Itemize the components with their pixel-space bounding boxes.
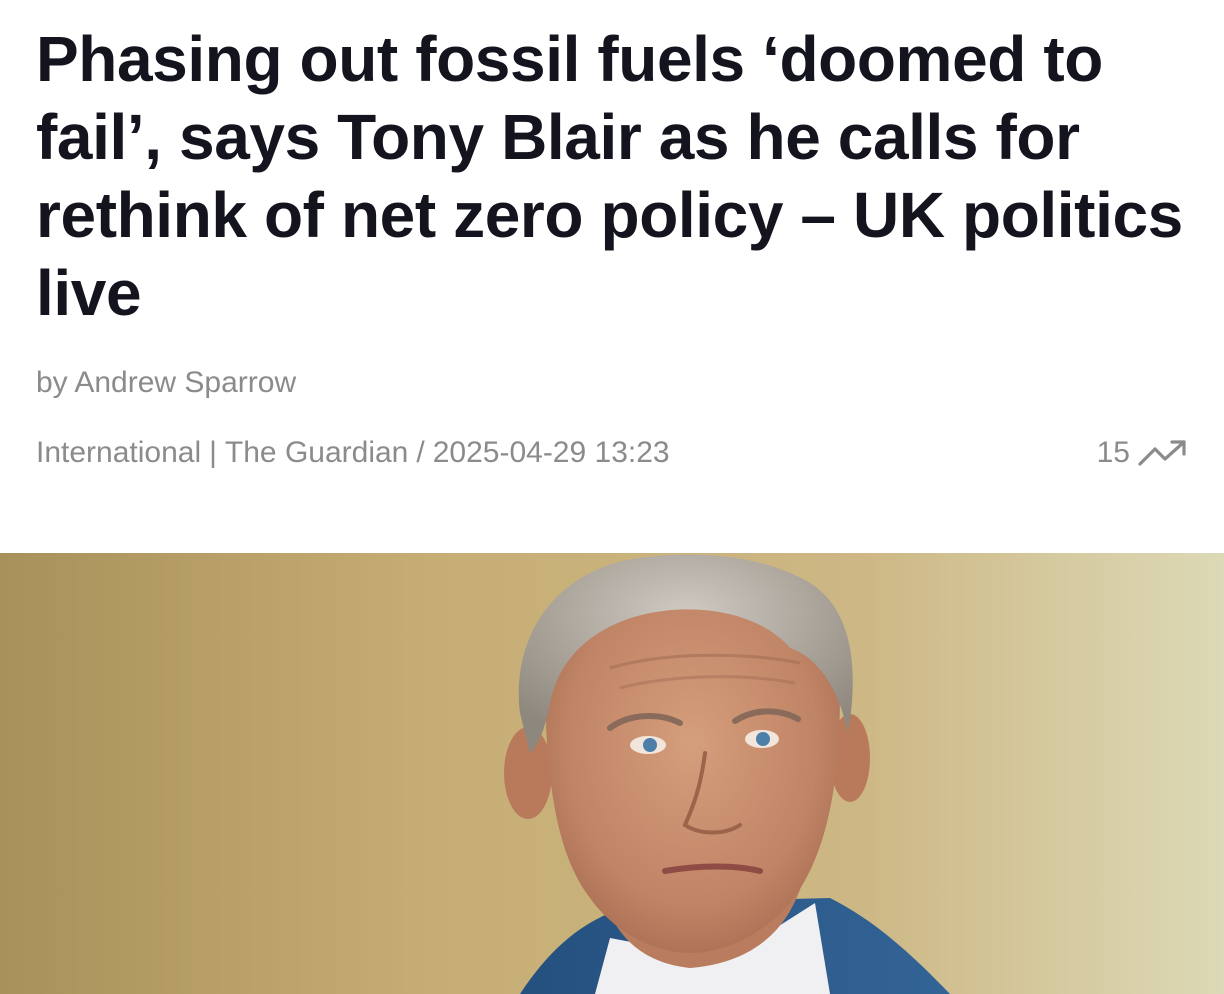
article-headline[interactable]: Phasing out fossil fuels ‘doomed to fail… [36, 20, 1196, 332]
article-source-info: International | The Guardian / 2025-04-2… [36, 436, 670, 470]
hero-image[interactable] [0, 553, 1224, 994]
portrait-photo [0, 553, 1224, 994]
trending-indicator[interactable]: 15 [1097, 436, 1188, 470]
meta-separator: | [209, 436, 217, 469]
article-byline[interactable]: by Andrew Sparrow [36, 363, 296, 403]
article-section[interactable]: International [36, 436, 201, 470]
meta-slash: / [416, 436, 425, 469]
trending-up-icon [1138, 438, 1188, 468]
article-timestamp: 2025-04-29 13:23 [432, 436, 670, 469]
trend-count: 15 [1096, 436, 1130, 469]
article-meta-row: International | The Guardian / 2025-04-2… [36, 431, 1188, 475]
article-source[interactable]: The Guardian [225, 436, 408, 470]
